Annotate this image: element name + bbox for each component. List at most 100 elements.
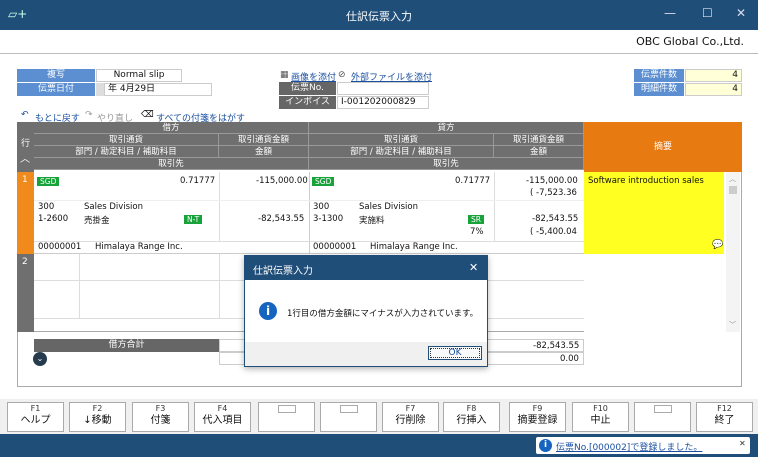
- fkey-button-f4[interactable]: F4 代入項目: [194, 402, 251, 432]
- fkey-label: 代入項目: [202, 415, 243, 426]
- credit-tax-rate: 7%: [470, 227, 484, 237]
- debit-dept-name: Sales Division: [84, 202, 144, 212]
- fkey-label: 終了: [714, 415, 735, 426]
- fkey-label: 行挿入: [456, 415, 487, 426]
- status-message[interactable]: 伝票No.[000002]で登録しました。: [556, 440, 702, 453]
- fkey-button-blank-10[interactable]: [634, 402, 691, 432]
- credit-currency-header: 取引通貨: [309, 134, 494, 146]
- close-window-button[interactable]: ✕: [736, 6, 746, 20]
- fkey-label: ↓移動: [83, 415, 112, 426]
- fkey-button-f9[interactable]: F9 摘要登録: [509, 402, 566, 432]
- fkey-code: F2: [92, 404, 103, 413]
- copy-label[interactable]: 複写: [17, 69, 95, 82]
- window-title: 仕訳伝票入力: [346, 10, 412, 23]
- slip-no-field[interactable]: [337, 82, 429, 95]
- debit-txn-amount: -115,000.00: [256, 176, 308, 186]
- debit-header: 借方: [34, 122, 309, 134]
- row-number-2[interactable]: 2: [17, 254, 34, 332]
- credit-rate: 0.71777: [455, 176, 491, 186]
- fkey-button-f2[interactable]: F2 ↓移動: [69, 402, 126, 432]
- row-no: 1: [22, 175, 28, 185]
- info-icon: i: [539, 439, 552, 452]
- scroll-up-icon[interactable]: ︿: [729, 174, 736, 184]
- row-number-1[interactable]: 1: [17, 172, 34, 254]
- row-header-label: 行: [21, 139, 31, 149]
- date-label: 伝票日付: [17, 83, 95, 96]
- divider: [219, 172, 220, 242]
- dialog-title: 仕訳伝票入力: [253, 266, 313, 277]
- vertical-scrollbar[interactable]: ︿ ﹀: [726, 172, 740, 332]
- debit-account-code: 1-2600: [38, 214, 69, 224]
- debit-partner-header: 取引先: [34, 158, 309, 170]
- fkey-code: [653, 405, 672, 413]
- minimize-button[interactable]: —: [664, 6, 676, 20]
- fkey-code: F3: [155, 404, 166, 413]
- scroll-thumb[interactable]: [729, 186, 737, 194]
- debit-account-header: 部門 / 勘定科目 / 補助科目: [34, 146, 219, 158]
- fkey-button-f10[interactable]: F10 中止: [572, 402, 629, 432]
- debit-partner-name: Himalaya Range Inc.: [95, 242, 183, 252]
- debit-currency-header: 取引通貨: [34, 134, 219, 146]
- fkey-code: F10: [593, 404, 608, 413]
- fkey-code: F9: [532, 404, 543, 413]
- date-field[interactable]: 年 4月29日: [104, 83, 212, 96]
- comment-icon[interactable]: 💬: [712, 240, 723, 250]
- fkey-code: F4: [217, 404, 228, 413]
- close-icon[interactable]: ✕: [739, 439, 746, 448]
- debit-tax-badge: N-T: [184, 215, 203, 224]
- credit-account-code: 3-1300: [313, 214, 344, 224]
- fkey-label: 摘要登録: [517, 415, 558, 426]
- debit-txn-amount-header: 取引通貨金額: [219, 134, 309, 146]
- slip-count-value: 4: [685, 69, 742, 82]
- summary-text: Software introduction sales: [588, 176, 704, 186]
- summary-cell[interactable]: Software introduction sales 💬: [584, 172, 724, 254]
- debit-partner-code: 00000001: [38, 242, 82, 252]
- credit-txn-sub: ( -7,523.36: [530, 188, 577, 198]
- credit-account-name: 実施料: [359, 216, 385, 226]
- fkey-code: F12: [717, 404, 732, 413]
- expand-down-icon[interactable]: ⌄: [33, 352, 47, 366]
- image-attach-icon: ▦: [280, 70, 289, 80]
- fkey-button-f8[interactable]: F8 行挿入: [443, 402, 500, 432]
- debit-total-label: 借方合計: [34, 339, 219, 352]
- fkey-button-f7[interactable]: F7 行削除: [382, 402, 439, 432]
- dialog-title-bar: 仕訳伝票入力 ✕: [245, 256, 487, 280]
- debit-amount: -82,543.55: [258, 214, 305, 224]
- credit-partner-name: Himalaya Range Inc.: [370, 242, 458, 252]
- divider: [0, 53, 758, 54]
- credit-partner-code: 00000001: [313, 242, 357, 252]
- collapse-icon[interactable]: ︿: [20, 150, 30, 165]
- fkey-label: 行削除: [395, 415, 426, 426]
- debit-currency-badge: SGD: [37, 177, 60, 186]
- invoice-field[interactable]: I-001202000829: [337, 96, 429, 109]
- credit-account-header: 部門 / 勘定科目 / 補助科目: [309, 146, 494, 158]
- slip-count-label: 伝票件数: [634, 69, 684, 82]
- fkey-code: [339, 405, 358, 413]
- fkey-code: [277, 405, 296, 413]
- fkey-label: 中止: [590, 415, 611, 426]
- row-no: 2: [22, 257, 28, 267]
- fkey-button-f3[interactable]: F3 付箋: [132, 402, 189, 432]
- slip-type-field[interactable]: Normal slip: [96, 69, 182, 82]
- title-bar: ▱+ 仕訳伝票入力 — ☐ ✕: [0, 0, 758, 30]
- credit-dept-code: 300: [313, 202, 330, 212]
- credit-tax-badge: SR: [468, 215, 484, 224]
- status-message-box[interactable]: i 伝票No.[000002]で登録しました。 ✕: [536, 437, 750, 454]
- scroll-down-icon[interactable]: ﹀: [729, 320, 736, 330]
- debit-rate: 0.71777: [180, 176, 216, 186]
- divider: [34, 200, 584, 201]
- dialog-close-button[interactable]: ✕: [469, 261, 478, 274]
- fkey-button-f12[interactable]: F12 終了: [696, 402, 753, 432]
- ok-button[interactable]: OK: [428, 346, 482, 360]
- fkey-button-f1[interactable]: F1 ヘルプ: [7, 402, 64, 432]
- tag-icon: ⌫: [141, 110, 154, 120]
- summary-header: 摘要: [584, 122, 742, 172]
- divider: [219, 254, 220, 318]
- credit-txn-amount-header: 取引通貨金額: [494, 134, 584, 146]
- fkey-button-blank-5[interactable]: [320, 402, 377, 432]
- fkey-button-blank-4[interactable]: [258, 402, 315, 432]
- company-name: OBC Global Co.,Ltd.: [636, 35, 744, 48]
- maximize-button[interactable]: ☐: [702, 6, 713, 20]
- credit-amount-header: 金額: [494, 146, 584, 158]
- divider: [79, 254, 80, 318]
